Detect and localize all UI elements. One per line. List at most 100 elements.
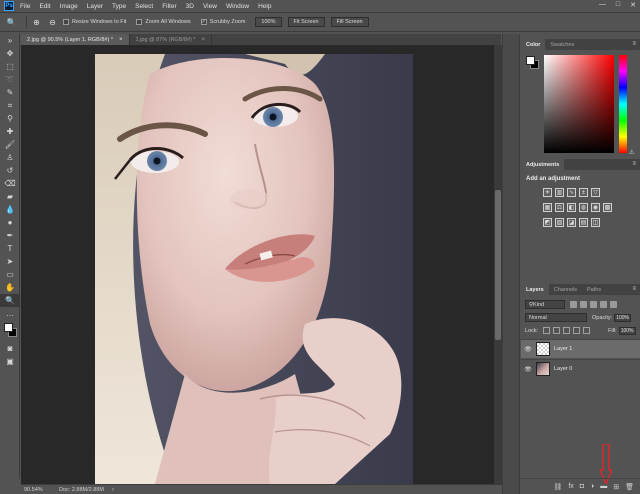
type-filter-icon[interactable] xyxy=(590,301,597,308)
eye-visibility-icon[interactable]: 👁 xyxy=(521,366,535,373)
menu-select[interactable]: Select xyxy=(135,3,153,10)
dodge-tool-icon[interactable]: ● xyxy=(0,216,20,229)
menu-layer[interactable]: Layer xyxy=(87,3,103,10)
lock-transparency-icon[interactable] xyxy=(543,327,551,334)
new-group-folder-icon[interactable]: ▬ xyxy=(600,483,607,490)
tab-paths[interactable]: Paths xyxy=(582,284,606,295)
resize-windows-checkbox[interactable]: Resize Windows to Fit xyxy=(63,19,126,25)
status-menu-arrow-icon[interactable]: › xyxy=(112,487,114,493)
menu-filter[interactable]: Filter xyxy=(162,3,176,10)
link-layers-icon[interactable]: ⛓ xyxy=(553,483,562,491)
pixel-filter-icon[interactable] xyxy=(570,301,577,308)
foreground-color-swatch[interactable] xyxy=(4,323,13,332)
doc-tab-1jpg[interactable]: 1.jpg @ 87% (RGB/8#) * × xyxy=(130,34,213,45)
menu-file[interactable]: File xyxy=(20,3,30,10)
vertical-scrollbar[interactable] xyxy=(494,45,502,484)
levels-icon[interactable]: ▥ xyxy=(555,188,564,197)
tab-adjustments[interactable]: Adjustments xyxy=(521,159,565,170)
exposure-icon[interactable]: ± xyxy=(579,188,588,197)
more-tools-icon[interactable]: … xyxy=(0,307,20,320)
brightness-contrast-icon[interactable]: ☀ xyxy=(543,188,552,197)
doc-tab-2jpg[interactable]: 2.jpg @ 90.5% (Layer 1, RGB/8#) * × xyxy=(21,34,130,45)
toolbar-collapse-icon[interactable]: » xyxy=(0,34,20,47)
fit-screen-button[interactable]: Fit Screen xyxy=(287,17,325,27)
blur-tool-icon[interactable]: 💧 xyxy=(0,203,20,216)
shape-filter-icon[interactable] xyxy=(600,301,607,308)
adjustment-filter-icon[interactable] xyxy=(580,301,587,308)
close-tab-icon[interactable]: × xyxy=(202,37,206,43)
vibrance-icon[interactable]: ▽ xyxy=(591,188,600,197)
menu-edit[interactable]: Edit xyxy=(39,3,50,10)
minimize-button[interactable]: — xyxy=(599,1,606,9)
tab-layers[interactable]: Layers xyxy=(521,284,549,295)
screen-mode-icon[interactable]: ▣ xyxy=(0,355,20,368)
marquee-tool-icon[interactable]: ⬚ xyxy=(0,60,20,73)
scrollbar-thumb[interactable] xyxy=(495,190,501,340)
zoom-out-icon[interactable]: ⊖ xyxy=(47,17,58,28)
new-layer-icon[interactable]: ⊞ xyxy=(613,483,619,491)
photo-filter-icon[interactable]: ◍ xyxy=(579,203,588,212)
scrubby-zoom-checkbox[interactable]: ✓ Scrubby Zoom xyxy=(200,19,245,25)
fx-icon[interactable]: fx xyxy=(568,483,573,490)
close-button[interactable]: ✕ xyxy=(630,1,636,9)
pen-tool-icon[interactable]: ✒ xyxy=(0,229,20,242)
history-brush-tool-icon[interactable]: ↺ xyxy=(0,164,20,177)
type-tool-icon[interactable]: T xyxy=(0,242,20,255)
crop-tool-icon[interactable]: ⌗ xyxy=(0,99,20,112)
rectangle-tool-icon[interactable]: ▭ xyxy=(0,268,20,281)
maximize-button[interactable]: □ xyxy=(616,1,620,9)
panel-menu-icon[interactable]: ≡ xyxy=(632,161,636,167)
layer-kind-filter[interactable]: ⚲ Kind xyxy=(525,300,565,309)
menu-image[interactable]: Image xyxy=(60,3,78,10)
menu-view[interactable]: View xyxy=(203,3,217,10)
new-adjustment-icon[interactable]: ◑ xyxy=(590,483,594,490)
posterize-icon[interactable]: ▨ xyxy=(555,218,564,227)
gradient-tool-icon[interactable]: ▰ xyxy=(0,190,20,203)
threshold-icon[interactable]: ◪ xyxy=(567,218,576,227)
color-balance-icon[interactable]: ⚖ xyxy=(555,203,564,212)
add-mask-icon[interactable]: ◘ xyxy=(580,483,584,490)
zoom-100-button[interactable]: 100% xyxy=(255,17,282,27)
eyedropper-tool-icon[interactable]: ⚲ xyxy=(0,112,20,125)
eraser-tool-icon[interactable]: ⌫ xyxy=(0,177,20,190)
color-picker-field[interactable] xyxy=(544,55,614,153)
channel-mixer-icon[interactable]: ◉ xyxy=(591,203,600,212)
panel-menu-icon[interactable]: ≡ xyxy=(632,41,636,47)
canvas-area[interactable] xyxy=(21,45,494,484)
fill-screen-button[interactable]: Fill Screen xyxy=(330,17,369,27)
selective-color-icon[interactable]: ◫ xyxy=(591,218,600,227)
layer-row-layer-0[interactable]: 👁 Layer 0 xyxy=(521,359,640,378)
trash-icon[interactable]: 🗑 xyxy=(625,483,634,491)
foreground-background-swatch[interactable] xyxy=(0,320,20,342)
clone-stamp-tool-icon[interactable]: ♙ xyxy=(0,151,20,164)
tab-swatches[interactable]: Swatches xyxy=(545,39,579,50)
path-selection-tool-icon[interactable]: ➤ xyxy=(0,255,20,268)
zoom-level-field[interactable]: 90.54% xyxy=(21,487,47,493)
lock-pixels-icon[interactable] xyxy=(553,327,561,334)
menu-type[interactable]: Type xyxy=(112,3,126,10)
curves-icon[interactable]: ∿ xyxy=(567,188,576,197)
lock-all-icon[interactable] xyxy=(583,327,591,334)
hue-slider[interactable] xyxy=(619,55,627,153)
color-lookup-icon[interactable]: ▩ xyxy=(603,203,612,212)
smart-object-filter-icon[interactable] xyxy=(610,301,617,308)
blend-mode-select[interactable]: Normal xyxy=(525,313,587,322)
zoom-in-icon[interactable]: ⊕ xyxy=(31,17,42,28)
quick-mask-icon[interactable]: ◙ xyxy=(0,342,20,355)
zoom-all-windows-checkbox[interactable]: Zoom All Windows xyxy=(136,19,191,25)
zoom-tool-preset-icon[interactable]: 🔍 xyxy=(6,17,17,28)
layer-row-layer-1[interactable]: 👁 Layer 1 xyxy=(521,339,640,358)
hand-tool-icon[interactable]: ✋ xyxy=(0,281,20,294)
close-tab-icon[interactable]: × xyxy=(119,37,123,43)
panel-menu-icon[interactable]: ≡ xyxy=(632,286,636,292)
invert-icon[interactable]: ◩ xyxy=(543,218,552,227)
gradient-map-icon[interactable]: ▤ xyxy=(579,218,588,227)
tab-color[interactable]: Color xyxy=(521,39,546,50)
lock-artboard-icon[interactable] xyxy=(573,327,581,334)
eye-visibility-icon[interactable]: 👁 xyxy=(521,346,535,353)
lasso-tool-icon[interactable]: ➰ xyxy=(0,73,20,86)
tab-channels[interactable]: Channels xyxy=(549,284,582,295)
menu-3d[interactable]: 3D xyxy=(186,3,194,10)
hue-saturation-icon[interactable]: ▦ xyxy=(543,203,552,212)
lock-position-icon[interactable] xyxy=(563,327,571,334)
